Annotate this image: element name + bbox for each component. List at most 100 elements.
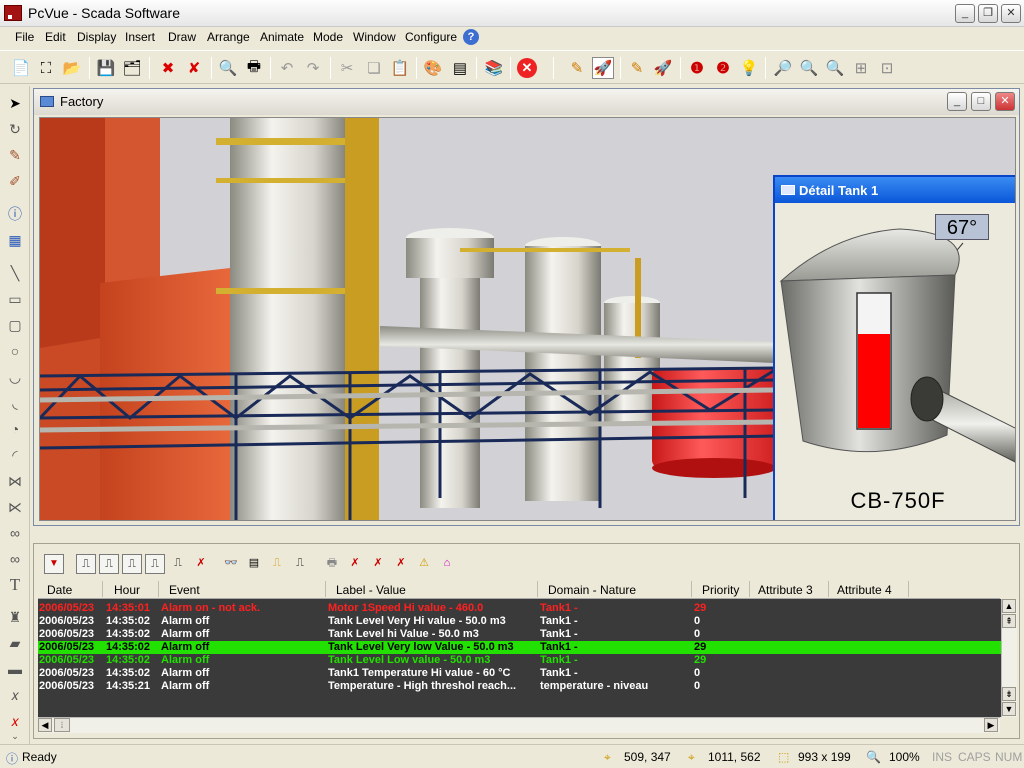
info-icon[interactable]: ⓘ: [4, 203, 26, 225]
select-arrow-icon[interactable]: ➤: [4, 92, 26, 114]
alarm-row[interactable]: 2006/05/23 14:35:21 Alarm off Temperature -…: [38, 680, 1001, 693]
ellipse-arc-tool-icon[interactable]: ◜: [4, 444, 26, 466]
alarm-delete-icon[interactable]: ✗: [345, 554, 365, 574]
alarm-row[interactable]: 2006/05/23 14:35:02 Alarm off Tank Level Lo…: [38, 654, 1001, 667]
scroll-page-up-icon[interactable]: ⇞: [1002, 614, 1016, 628]
alarm-filter-dropdown-icon[interactable]: ▼: [44, 554, 64, 574]
zoom-out-icon[interactable]: 🔍: [798, 57, 820, 79]
polygon-tool-icon[interactable]: ⋈: [4, 470, 26, 492]
book1-icon[interactable]: ❶: [686, 57, 708, 79]
variable-tool-icon[interactable]: 𝑥: [4, 684, 26, 706]
save-icon[interactable]: 💾: [95, 57, 117, 79]
alarm-list-icon[interactable]: ▤: [244, 554, 264, 574]
alarm-ack-all-icon[interactable]: ⎍: [99, 554, 119, 574]
scroll-up-icon[interactable]: ▲: [1002, 599, 1016, 613]
rocket-icon[interactable]: 🚀: [592, 57, 614, 79]
alarm-filter-icon[interactable]: ⎍: [267, 554, 287, 574]
alarm-delete3-icon[interactable]: ✗: [391, 554, 411, 574]
minimize-button[interactable]: _: [955, 4, 975, 23]
menu-draw[interactable]: Draw: [168, 30, 196, 44]
bulb-icon[interactable]: 💡: [738, 57, 760, 79]
zoom-reset-icon[interactable]: 🔍: [824, 57, 846, 79]
pencil-tool-icon[interactable]: ✎: [4, 144, 26, 166]
text-tool-icon[interactable]: T: [4, 574, 26, 596]
scroll-right-icon[interactable]: ▶: [984, 718, 998, 732]
alarm-print-icon[interactable]: 🖶: [322, 554, 342, 574]
rotate-icon[interactable]: ↻: [4, 118, 26, 140]
chord-tool-icon[interactable]: ◟: [4, 392, 26, 414]
menu-window[interactable]: Window: [353, 30, 396, 44]
scroll-down-icon[interactable]: ▼: [1002, 702, 1016, 716]
alarm-row[interactable]: 2006/05/23 14:35:02 Alarm off Tank Level hi…: [38, 628, 1001, 641]
palette-icon[interactable]: 🎨: [422, 57, 444, 79]
line-tool-icon[interactable]: ╲: [4, 262, 26, 284]
column-label-value[interactable]: Label - Value: [336, 583, 406, 597]
column-attribute-4[interactable]: Attribute 4: [837, 583, 892, 597]
book2-icon[interactable]: ❷: [712, 57, 734, 79]
pie-tool-icon[interactable]: ◔: [4, 418, 26, 440]
scroll-page-down-icon[interactable]: ⇟: [1002, 687, 1016, 701]
alarm-signal-delete-icon[interactable]: ✗: [191, 554, 211, 574]
rocket2-icon[interactable]: 🚀: [652, 57, 674, 79]
zoom-fit-icon[interactable]: ⊞: [850, 57, 872, 79]
find-icon[interactable]: 🔍: [217, 57, 239, 79]
alarm-mask-icon[interactable]: ⎍: [122, 554, 142, 574]
alarm-vertical-scrollbar[interactable]: ▲ ⇞ ⇟ ▼: [1001, 599, 1017, 717]
bitmap-tool-icon[interactable]: ▬: [4, 658, 26, 680]
zoom-window-icon[interactable]: ⊡: [876, 57, 898, 79]
alarm-home-icon[interactable]: ⌂: [437, 554, 457, 574]
polyline-tool-icon[interactable]: ⋉: [4, 496, 26, 518]
delete-alt-icon[interactable]: ✘: [183, 57, 205, 79]
pencil2-icon[interactable]: ✎: [626, 57, 648, 79]
menu-edit[interactable]: Edit: [45, 30, 66, 44]
library-icon[interactable]: 📚: [483, 57, 505, 79]
alarm-warning-icon[interactable]: ⚠: [414, 554, 434, 574]
alarm-view-icon[interactable]: 👓: [221, 554, 241, 574]
alarm-row[interactable]: 2006/05/23 14:35:02 Alarm off Tank1 Tempera…: [38, 667, 1001, 680]
column-hour[interactable]: Hour: [114, 583, 140, 597]
cut-icon[interactable]: ✂: [336, 57, 358, 79]
menu-display[interactable]: Display: [77, 30, 116, 44]
factory-3d-view[interactable]: Détail Tank 1 67° CB-750F: [39, 117, 1016, 521]
close-button[interactable]: ✕: [1001, 4, 1021, 23]
circle-tool-icon[interactable]: ○: [4, 340, 26, 362]
stop-icon[interactable]: ✕: [516, 57, 538, 79]
symbol-tool-icon[interactable]: ♜: [4, 606, 26, 628]
palette-scroll-icon[interactable]: ⌄: [4, 730, 26, 742]
tank-detail-window[interactable]: Détail Tank 1 67° CB-750F: [773, 175, 1015, 520]
arc-tool-icon[interactable]: ◡: [4, 366, 26, 388]
alarm-row[interactable]: 2006/05/23 14:35:02 Alarm off Tank Level Ve…: [38, 641, 1001, 654]
redo-icon[interactable]: ↷: [302, 57, 324, 79]
alarm-signal-icon[interactable]: ⎍: [168, 554, 188, 574]
column-priority[interactable]: Priority: [702, 583, 739, 597]
image-tool-icon[interactable]: ▰: [4, 632, 26, 654]
new-icon[interactable]: 📄: [10, 57, 32, 79]
column-event[interactable]: Event: [169, 583, 200, 597]
menu-insert[interactable]: Insert: [125, 30, 155, 44]
brush-tool-icon[interactable]: ✐: [4, 170, 26, 192]
alarm-horizontal-scrollbar[interactable]: ◀ ⦙ ▶: [38, 717, 1000, 733]
restore-button[interactable]: ❐: [978, 4, 998, 23]
help-icon[interactable]: ?: [463, 29, 479, 45]
spline-tool-icon[interactable]: ∞: [4, 548, 26, 570]
rounded-rect-tool-icon[interactable]: ▢: [4, 314, 26, 336]
undo-icon[interactable]: ↶: [276, 57, 298, 79]
table-icon[interactable]: ▦: [4, 229, 26, 251]
variable-delete-icon[interactable]: 𝑥: [4, 710, 26, 732]
alarm-delete2-icon[interactable]: ✗: [368, 554, 388, 574]
menu-arrange[interactable]: Arrange: [207, 30, 250, 44]
menu-file[interactable]: File: [15, 30, 34, 44]
scroll-thumb[interactable]: ⦙: [54, 718, 70, 732]
alarm-row[interactable]: 2006/05/23 14:35:01 Alarm on - not ack. Mot…: [38, 602, 1001, 615]
open-3d-icon[interactable]: ⛶: [35, 57, 57, 79]
alarm-unmask-icon[interactable]: ⎍: [145, 554, 165, 574]
properties-icon[interactable]: ▤: [449, 57, 471, 79]
menu-animate[interactable]: Animate: [260, 30, 304, 44]
factory-close-button[interactable]: ✕: [995, 92, 1015, 111]
tank-detail-title-bar[interactable]: Détail Tank 1: [775, 177, 1015, 203]
copy-icon[interactable]: ❏: [363, 57, 385, 79]
column-attribute-3[interactable]: Attribute 3: [758, 583, 813, 597]
column-date[interactable]: Date: [47, 583, 72, 597]
pencil-icon[interactable]: ✎: [566, 57, 588, 79]
menu-mode[interactable]: Mode: [313, 30, 343, 44]
